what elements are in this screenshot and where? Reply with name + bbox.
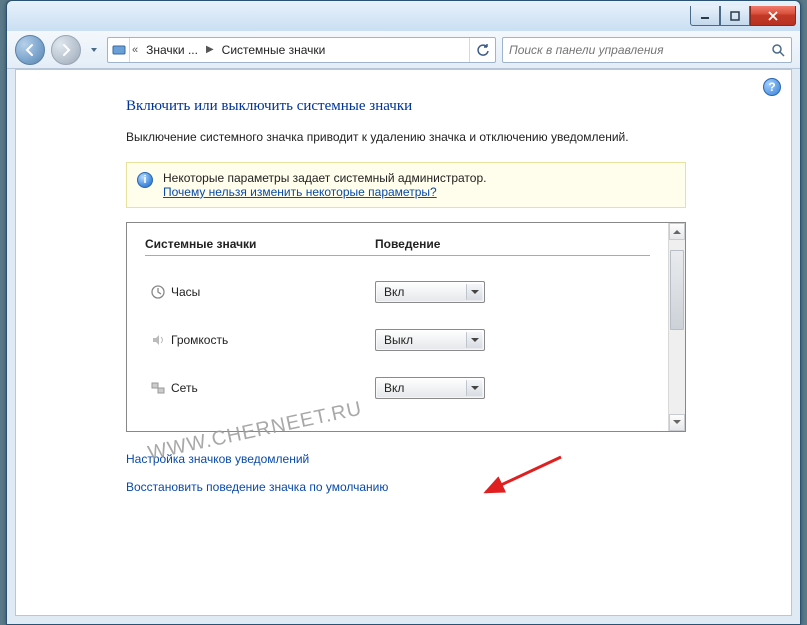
column-header-name: Системные значки <box>145 237 375 251</box>
system-icons-list: Системные значки Поведение Часы Вкл <box>126 222 686 432</box>
list-scrollbar[interactable] <box>668 223 685 431</box>
titlebar <box>7 1 800 31</box>
search-box[interactable] <box>502 37 792 63</box>
help-icon[interactable]: ? <box>763 78 781 96</box>
search-input[interactable] <box>503 43 765 57</box>
client-area: ? Включить или выключить системные значк… <box>15 69 792 616</box>
network-behavior-select[interactable]: Вкл <box>375 377 485 399</box>
breadcrumb-overflow-icon[interactable]: « <box>130 44 140 56</box>
clock-behavior-select[interactable]: Вкл <box>375 281 485 303</box>
row-label-network: Сеть <box>171 381 375 395</box>
volume-behavior-select[interactable]: Выкл <box>375 329 485 351</box>
scroll-track[interactable] <box>669 240 685 414</box>
page-title: Включить или выключить системные значки <box>126 98 751 115</box>
close-button[interactable] <box>750 6 796 26</box>
customize-icons-link[interactable]: Настройка значков уведомлений <box>126 452 751 466</box>
table-row: Часы Вкл <box>145 268 650 316</box>
infobar-link[interactable]: Почему нельзя изменить некоторые парамет… <box>163 185 437 199</box>
clock-icon <box>145 284 171 300</box>
search-icon[interactable] <box>765 43 791 57</box>
back-button[interactable] <box>15 35 45 65</box>
table-row: Сеть Вкл <box>145 364 650 412</box>
forward-button[interactable] <box>51 35 81 65</box>
navigation-bar: « Значки ... ▶ Системные значки <box>7 31 800 69</box>
chevron-down-icon <box>466 380 482 396</box>
network-icon <box>145 380 171 396</box>
minimize-button[interactable] <box>690 6 720 26</box>
chevron-down-icon <box>466 332 482 348</box>
page-description: Выключение системного значка приводит к … <box>126 129 686 146</box>
row-label-clock: Часы <box>171 285 375 299</box>
address-bar[interactable]: « Значки ... ▶ Системные значки <box>107 37 496 63</box>
maximize-button[interactable] <box>720 6 750 26</box>
chevron-right-icon[interactable]: ▶ <box>204 44 216 55</box>
restore-defaults-link[interactable]: Восстановить поведение значка по умолчан… <box>126 480 751 494</box>
scroll-up-button[interactable] <box>669 223 685 240</box>
control-panel-icon <box>108 38 130 62</box>
row-label-volume: Громкость <box>171 333 375 347</box>
info-icon: i <box>137 172 153 188</box>
nav-history-dropdown[interactable] <box>87 35 101 65</box>
chevron-down-icon <box>466 284 482 300</box>
scroll-down-button[interactable] <box>669 414 685 431</box>
infobar-text: Некоторые параметры задает системный адм… <box>163 171 486 185</box>
admin-info-bar: i Некоторые параметры задает системный а… <box>126 162 686 208</box>
breadcrumb-level2[interactable]: Системные значки <box>216 43 332 57</box>
table-row: Громкость Выкл <box>145 316 650 364</box>
column-header-behavior: Поведение <box>375 237 440 251</box>
refresh-button[interactable] <box>469 38 495 62</box>
window-frame: « Значки ... ▶ Системные значки ? Включи… <box>6 0 801 625</box>
breadcrumb-level1[interactable]: Значки ... <box>140 43 204 57</box>
scroll-thumb[interactable] <box>670 250 684 330</box>
volume-icon <box>145 332 171 348</box>
